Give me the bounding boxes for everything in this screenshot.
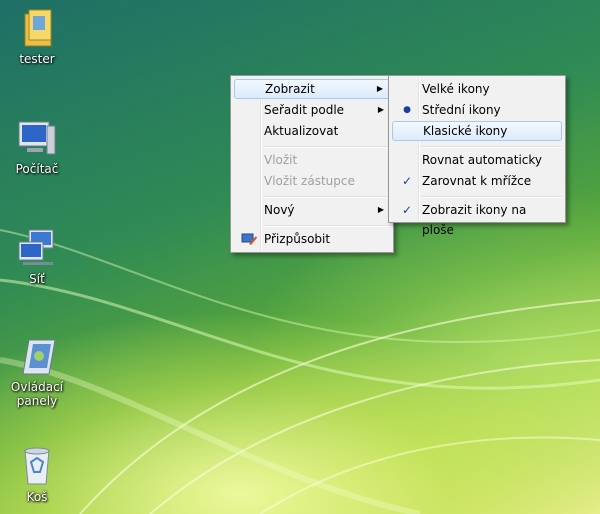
menu-item-new[interactable]: Nový ▶ bbox=[234, 200, 390, 220]
checkmark-icon: ✓ bbox=[401, 203, 413, 217]
recycle-bin-icon bbox=[15, 444, 59, 488]
submenu-item-classic-icons[interactable]: Klasické ikony bbox=[392, 121, 562, 141]
menu-item-view[interactable]: Zobrazit ▶ bbox=[234, 79, 390, 99]
personalize-icon bbox=[238, 229, 260, 252]
menu-separator bbox=[263, 146, 390, 148]
desktop-icon-network[interactable]: Síť bbox=[2, 226, 72, 286]
view-submenu: Velké ikony ● Střední ikony Klasické iko… bbox=[388, 75, 566, 237]
menu-item-label: Střední ikony bbox=[422, 103, 501, 117]
submenu-item-align-to-grid[interactable]: ✓ Zarovnat k mřížce bbox=[392, 171, 562, 191]
submenu-arrow-icon: ▶ bbox=[377, 105, 384, 114]
menu-item-label: Aktualizovat bbox=[264, 124, 339, 138]
menu-item-label: Zarovnat k mřížce bbox=[422, 174, 532, 188]
menu-item-personalize[interactable]: Přizpůsobit bbox=[234, 229, 390, 249]
desktop-icon-label: Koš bbox=[26, 490, 48, 504]
submenu-item-medium-icons[interactable]: ● Střední ikony bbox=[392, 100, 562, 120]
submenu-arrow-icon: ▶ bbox=[377, 205, 384, 214]
desktop-icon-label: Ovládací panely bbox=[10, 380, 64, 408]
menu-item-sort-by[interactable]: Seřadit podle ▶ bbox=[234, 100, 390, 120]
submenu-item-auto-arrange[interactable]: Rovnat automaticky bbox=[392, 150, 562, 170]
desktop-icon-label: Síť bbox=[29, 272, 45, 286]
desktop-icon-computer[interactable]: Počítač bbox=[2, 116, 72, 176]
menu-item-label: Vložit zástupce bbox=[264, 174, 355, 188]
control-panel-icon bbox=[15, 334, 59, 378]
menu-item-label: Klasické ikony bbox=[423, 124, 508, 138]
checkmark-icon: ✓ bbox=[401, 174, 413, 188]
menu-item-label: Nový bbox=[264, 203, 295, 217]
user-folder-icon bbox=[15, 6, 59, 50]
submenu-item-large-icons[interactable]: Velké ikony bbox=[392, 79, 562, 99]
desktop-icon-tester[interactable]: tester bbox=[2, 6, 72, 66]
menu-item-label: Vložit bbox=[264, 153, 298, 167]
menu-item-paste: Vložit bbox=[234, 150, 390, 170]
menu-item-label: Přizpůsobit bbox=[264, 232, 331, 246]
menu-item-refresh[interactable]: Aktualizovat bbox=[234, 121, 390, 141]
menu-item-paste-shortcut: Vložit zástupce bbox=[234, 171, 390, 191]
menu-separator bbox=[421, 196, 562, 198]
desktop-icon-label: Počítač bbox=[15, 162, 59, 176]
menu-item-label: Zobrazit bbox=[265, 82, 315, 96]
menu-separator bbox=[263, 196, 390, 198]
computer-icon bbox=[15, 116, 59, 160]
menu-item-label: Rovnat automaticky bbox=[422, 153, 543, 167]
menu-separator bbox=[263, 225, 390, 227]
desktop-icon-control-panel[interactable]: Ovládací panely bbox=[2, 334, 72, 408]
menu-separator bbox=[421, 146, 562, 148]
network-icon bbox=[15, 226, 59, 270]
desktop-context-menu: Zobrazit ▶ Seřadit podle ▶ Aktualizovat … bbox=[230, 75, 394, 253]
submenu-arrow-icon: ▶ bbox=[376, 84, 383, 93]
submenu-item-show-desktop-icons[interactable]: ✓ Zobrazit ikony na ploše bbox=[392, 200, 562, 237]
menu-item-label: Seřadit podle bbox=[264, 103, 345, 117]
menu-item-label: Velké ikony bbox=[422, 82, 490, 96]
desktop-icon-label: tester bbox=[19, 52, 55, 66]
desktop-icon-recycle-bin[interactable]: Koš bbox=[2, 444, 72, 504]
radio-bullet-icon: ● bbox=[403, 105, 411, 115]
